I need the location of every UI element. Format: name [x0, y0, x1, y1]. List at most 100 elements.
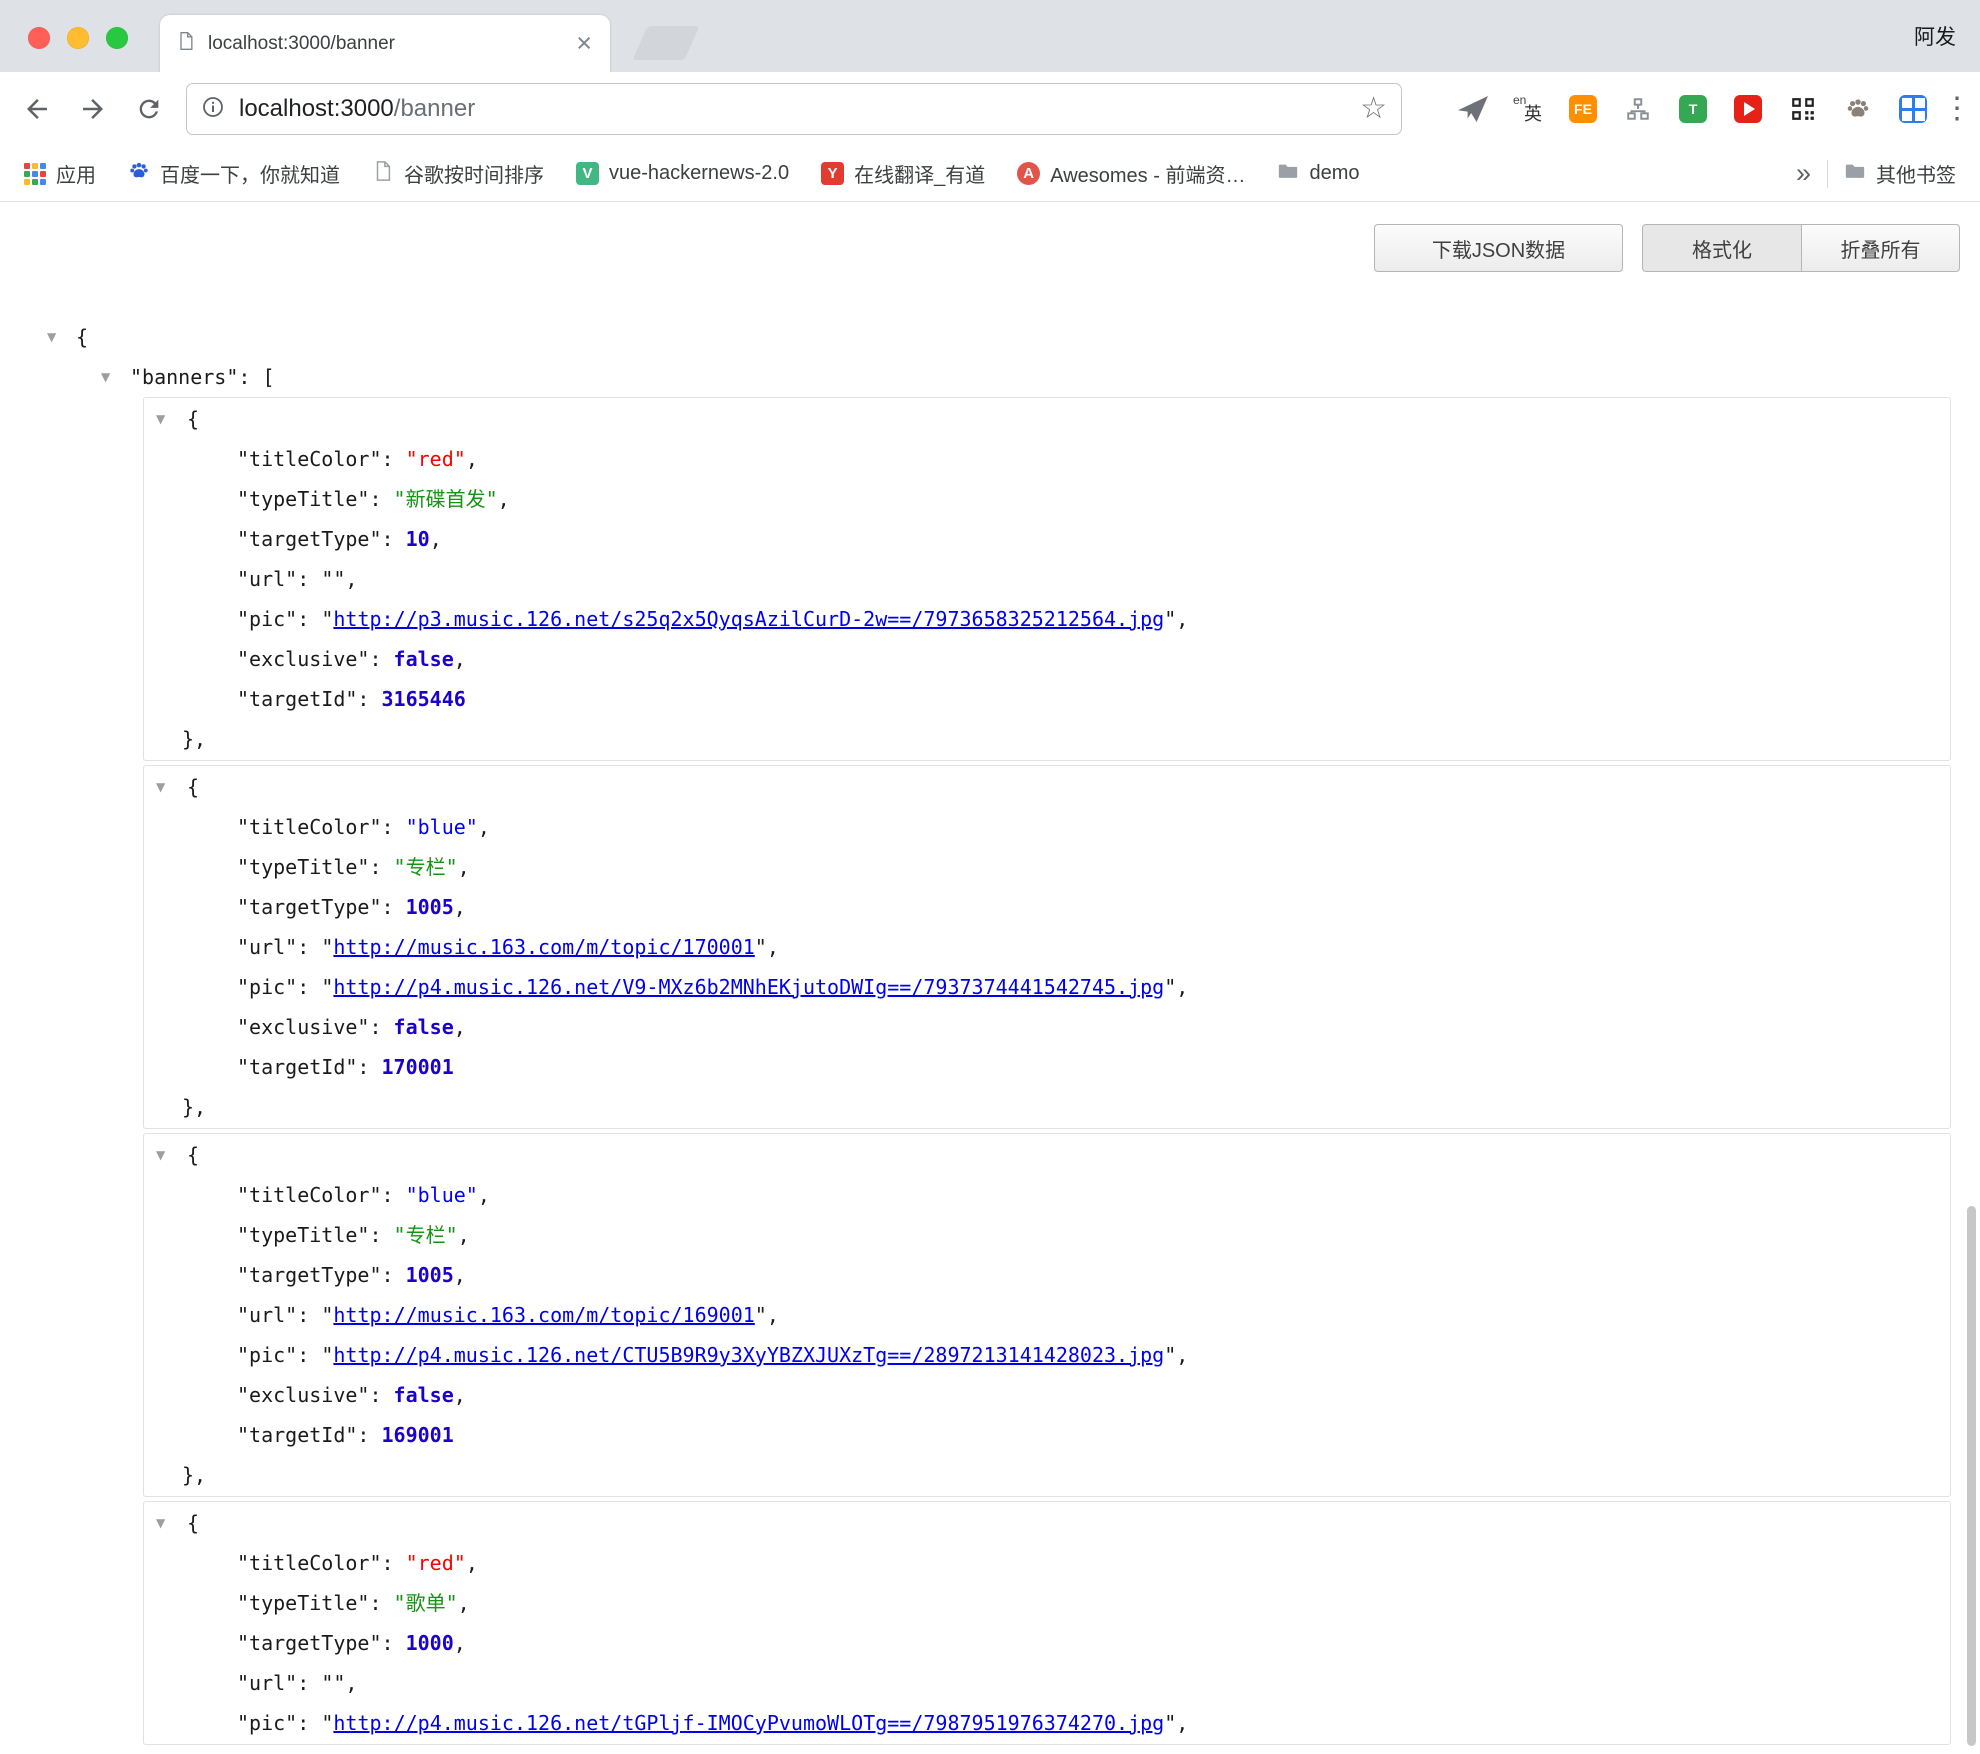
- letter-A-icon: A: [1017, 162, 1040, 185]
- json-key: "url": [237, 935, 297, 959]
- zoom-window-button[interactable]: [106, 27, 128, 49]
- tab-title: localhost:3000/banner: [208, 33, 574, 55]
- json-punctuation: ,: [1176, 975, 1188, 999]
- scrollbar-thumb[interactable]: [1967, 1206, 1976, 1746]
- json-url-link[interactable]: http://p4.music.126.net/V9-MXz6b2MNhEKju…: [333, 975, 1164, 999]
- bookmark-item[interactable]: demo: [1277, 160, 1359, 188]
- object-close-line: },: [144, 719, 1950, 759]
- bookmark-star-icon[interactable]: ☆: [1360, 94, 1387, 124]
- object-close-line: },: [144, 1087, 1950, 1127]
- json-punctuation: {: [187, 775, 199, 799]
- extension-org-chart-icon[interactable]: [1621, 92, 1655, 126]
- json-boolean-value: false: [394, 1015, 454, 1039]
- json-punctuation: ,: [1176, 1343, 1188, 1367]
- json-punctuation: "": [321, 1671, 345, 1695]
- json-punctuation: },: [182, 727, 206, 751]
- json-property-line: "exclusive": false,: [144, 639, 1950, 679]
- extension-plane-icon[interactable]: [1456, 92, 1490, 126]
- json-property-line: "targetType": 1005,: [144, 1255, 1950, 1295]
- extension-video-play-icon[interactable]: [1731, 92, 1765, 126]
- collapse-toggle-icon[interactable]: ▼: [156, 767, 187, 807]
- new-tab-button[interactable]: [632, 26, 699, 60]
- bookmarks-overflow-chevron[interactable]: »: [1796, 160, 1811, 187]
- json-punctuation: :: [382, 815, 406, 839]
- letter-V-icon: V: [576, 162, 599, 185]
- profile-name[interactable]: 阿发: [1914, 21, 1956, 51]
- json-punctuation: :: [382, 1631, 406, 1655]
- json-key: "targetType": [237, 1263, 382, 1287]
- json-property-line: "typeTitle": "专栏",: [144, 1215, 1950, 1255]
- minimize-window-button[interactable]: [67, 27, 89, 49]
- json-property-line: "exclusive": false,: [144, 1375, 1950, 1415]
- extension-qr-code-icon[interactable]: [1786, 92, 1820, 126]
- forward-button[interactable]: [76, 92, 110, 126]
- json-url-link[interactable]: http://p4.music.126.net/tGPljf-IMOCyPvum…: [333, 1711, 1164, 1735]
- collapse-all-button[interactable]: 折叠所有: [1801, 224, 1960, 272]
- json-string-value: "歌单": [394, 1591, 458, 1615]
- collapse-toggle-icon[interactable]: ▼: [156, 399, 187, 439]
- tab-close-icon[interactable]: ×: [574, 30, 594, 57]
- extension-shield-t-icon[interactable]: T: [1676, 92, 1710, 126]
- bookmark-item[interactable]: Vvue-hackernews-2.0: [576, 162, 789, 185]
- download-json-button[interactable]: 下载JSON数据: [1374, 224, 1623, 272]
- other-bookmarks-folder[interactable]: 其他书签: [1844, 159, 1956, 188]
- close-window-button[interactable]: [28, 27, 50, 49]
- json-punctuation: :: [297, 1711, 321, 1735]
- bookmark-label: 在线翻译_有道: [854, 159, 985, 188]
- json-key: "typeTitle": [237, 855, 369, 879]
- bookmark-item[interactable]: Y在线翻译_有道: [821, 159, 985, 188]
- browser-tab[interactable]: localhost:3000/banner ×: [160, 15, 610, 72]
- extension-paw-icon[interactable]: [1841, 92, 1875, 126]
- json-punctuation: ,: [454, 895, 466, 919]
- bookmark-label: 谷歌按时间排序: [404, 159, 544, 188]
- json-number-value: 10: [406, 527, 430, 551]
- json-boolean-value: false: [394, 647, 454, 671]
- back-button[interactable]: [20, 92, 54, 126]
- json-punctuation: ": [1164, 1343, 1176, 1367]
- json-property-line: "pic": "http://p3.music.126.net/s25q2x5Q…: [144, 599, 1950, 639]
- reload-button[interactable]: [132, 92, 166, 126]
- json-url-link[interactable]: http://music.163.com/m/topic/170001: [333, 935, 754, 959]
- bookmark-item[interactable]: 百度一下，你就知道: [128, 159, 340, 188]
- browser-menu-icon[interactable]: ⋮: [1942, 91, 1968, 127]
- json-property-line: "url": "",: [144, 1663, 1950, 1703]
- collapse-toggle-icon[interactable]: ▼: [47, 317, 76, 357]
- format-button[interactable]: 格式化: [1642, 224, 1801, 272]
- extension-fe-badge-icon[interactable]: FE: [1566, 92, 1600, 126]
- object-close-line: },: [144, 1455, 1950, 1495]
- bookmark-apps[interactable]: 应用: [24, 159, 96, 188]
- json-url-link[interactable]: http://p4.music.126.net/CTU5B9R9y3XyYBZX…: [333, 1343, 1164, 1367]
- bookmark-item[interactable]: 谷歌按时间排序: [372, 159, 544, 188]
- json-punctuation: ,: [1176, 607, 1188, 631]
- collapse-toggle-icon[interactable]: ▼: [156, 1503, 187, 1543]
- json-key: "pic": [237, 1343, 297, 1367]
- json-key: "titleColor": [237, 447, 382, 471]
- json-url-link[interactable]: http://p3.music.126.net/s25q2x5QyqsAzilC…: [333, 607, 1164, 631]
- json-punctuation: :: [369, 1015, 393, 1039]
- collapse-toggle-icon[interactable]: ▼: [156, 1135, 187, 1175]
- json-punctuation: :: [369, 647, 393, 671]
- json-punctuation: "": [321, 567, 345, 591]
- json-property-line: "titleColor": "blue",: [144, 807, 1950, 847]
- bookmark-item[interactable]: AAwesomes - 前端资…: [1017, 159, 1245, 188]
- json-key: "pic": [237, 1711, 297, 1735]
- extension-translate-icon[interactable]: en英: [1511, 92, 1545, 126]
- site-info-icon[interactable]: [201, 95, 225, 124]
- json-key: "titleColor": [237, 815, 382, 839]
- json-punctuation: :: [369, 1223, 393, 1247]
- json-punctuation: ,: [767, 1303, 779, 1327]
- banner-object-box: ▼{"titleColor": "red","typeTitle": "歌单",…: [143, 1501, 1951, 1745]
- address-bar[interactable]: localhost:3000/banner ☆: [186, 83, 1402, 135]
- collapse-toggle-icon[interactable]: ▼: [101, 357, 130, 397]
- page-favicon-doc-icon: [176, 31, 196, 56]
- banner-object-box: ▼{"titleColor": "red","typeTitle": "新碟首发…: [143, 397, 1951, 761]
- extension-shield-grid-icon[interactable]: [1896, 92, 1930, 126]
- json-key: "typeTitle": [237, 1591, 369, 1615]
- json-punctuation: ,: [767, 935, 779, 959]
- json-property-line: "pic": "http://p4.music.126.net/V9-MXz6b…: [144, 967, 1950, 1007]
- json-property-line: "url": "",: [144, 559, 1950, 599]
- json-url-link[interactable]: http://music.163.com/m/topic/169001: [333, 1303, 754, 1327]
- json-tree: ▼{▼"banners": [▼{"titleColor": "red","ty…: [0, 317, 1980, 1749]
- json-string-value: "专栏": [394, 1223, 458, 1247]
- object-open-line: ▼{: [144, 1503, 1950, 1543]
